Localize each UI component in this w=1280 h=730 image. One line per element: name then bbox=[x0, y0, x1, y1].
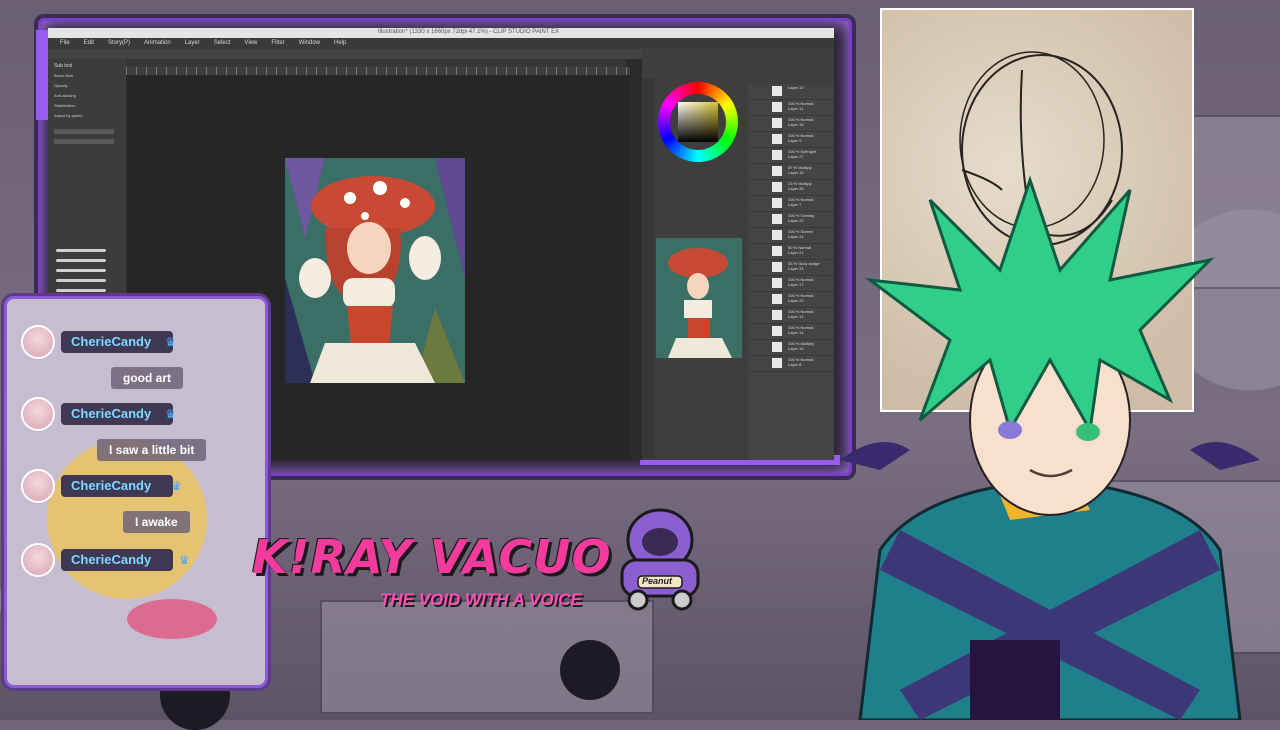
layer-row[interactable]: 100 % Overlay Layer 25 bbox=[748, 212, 834, 228]
layer-name: Layer 10 bbox=[788, 85, 804, 90]
layer-row[interactable]: 100 % Normal Layer 12 bbox=[748, 308, 834, 324]
moderator-crown-icon: ♛ bbox=[171, 479, 182, 493]
channel-logo: K!RAY VACUO bbox=[252, 530, 612, 584]
chat-overlay: CherieCandy ♛ good art CherieCandy ♛ I s… bbox=[4, 296, 268, 688]
chat-avatar bbox=[21, 397, 55, 431]
layer-row[interactable]: 100 % Normal Layer 8 bbox=[748, 356, 834, 372]
sub-tool-title: Sub tool bbox=[54, 63, 73, 69]
layer-row[interactable]: 100 % Normal Layer 14 bbox=[748, 324, 834, 340]
chat-message: I saw a little bit bbox=[97, 439, 207, 461]
menu-file[interactable]: File bbox=[60, 38, 70, 49]
layer-row[interactable]: 100 % Screen Layer 24 bbox=[748, 228, 834, 244]
navigator-thumbnail bbox=[656, 238, 742, 358]
artwork-canvas[interactable] bbox=[285, 158, 465, 383]
layer-name: Layer 21 bbox=[788, 250, 804, 255]
brush-preset[interactable] bbox=[56, 279, 106, 282]
brush-preset[interactable] bbox=[56, 289, 106, 292]
moderator-crown-icon: ♛ bbox=[165, 335, 176, 349]
menu-view[interactable]: View bbox=[244, 38, 257, 49]
layer-panel: Layer 10 100 % Normal Layer 11 100 % Norm… bbox=[748, 84, 834, 460]
mascot-peanut: Peanut bbox=[610, 500, 710, 620]
layer-row[interactable]: 100 % Normal Layer 11 bbox=[748, 100, 834, 116]
chat-username: CherieCandy bbox=[61, 331, 174, 353]
mascot-name-label: Peanut bbox=[642, 576, 673, 586]
layer-name: Layer 17 bbox=[788, 282, 804, 287]
tool-palette[interactable] bbox=[642, 78, 654, 458]
chat-username: CherieCandy bbox=[61, 475, 174, 497]
window-title: Illustration* (1330 x 1660px 72dpi 47.1%… bbox=[378, 29, 560, 35]
prop-brush-size[interactable]: Brush Size bbox=[54, 73, 73, 78]
navigator-preview[interactable] bbox=[656, 238, 742, 358]
chat-username: CherieCandy bbox=[61, 549, 174, 571]
chat-decor-shoes bbox=[127, 599, 217, 639]
layer-name: Layer 12 bbox=[788, 314, 804, 319]
prop-anti-aliasing[interactable]: Anti-aliasing bbox=[54, 93, 76, 98]
layer-row[interactable]: 50 % Normal Layer 21 bbox=[748, 244, 834, 260]
moderator-crown-icon: ♛ bbox=[179, 553, 190, 567]
layer-name: Layer 25 bbox=[788, 218, 804, 223]
layer-row[interactable]: 23 % Multiply Layer 26 bbox=[748, 180, 834, 196]
layer-row[interactable]: 100 % Normal Layer 7 bbox=[748, 196, 834, 212]
mushroom-girl-illustration bbox=[285, 158, 465, 383]
layer-name: Layer 7 bbox=[788, 202, 802, 207]
layer-name: Layer 11 bbox=[788, 106, 804, 111]
chat-message: I awake bbox=[123, 511, 190, 533]
menu-story[interactable]: Story(P) bbox=[108, 38, 130, 49]
layer-row[interactable]: 100 % Normal Layer 17 bbox=[748, 276, 834, 292]
menu-edit[interactable]: Edit bbox=[84, 38, 94, 49]
menu-window[interactable]: Window bbox=[299, 38, 320, 49]
brush-preset[interactable] bbox=[56, 269, 106, 272]
chat-avatar bbox=[21, 325, 55, 359]
title-bar: Illustration* (1330 x 1660px 72dpi 47.1%… bbox=[48, 28, 834, 38]
prop-stabilization[interactable]: Stabilization bbox=[54, 103, 76, 108]
slider[interactable] bbox=[54, 139, 114, 144]
prop-opacity[interactable]: Opacity bbox=[54, 83, 68, 88]
layer-name: Layer 27 bbox=[788, 154, 804, 159]
layer-name: Layer 8 bbox=[788, 362, 802, 367]
slider[interactable] bbox=[54, 129, 114, 134]
layer-row[interactable]: 33 % Glow dodge Layer 31 bbox=[748, 260, 834, 276]
brush-preset[interactable] bbox=[56, 249, 106, 252]
layer-name: Layer 18 bbox=[788, 122, 804, 127]
color-picker-square[interactable] bbox=[678, 102, 718, 142]
vtuber-illustration bbox=[840, 175, 1260, 722]
moderator-crown-icon: ♛ bbox=[165, 407, 176, 421]
layer-name: Layer 15 bbox=[788, 346, 804, 351]
chat-avatar bbox=[21, 543, 55, 577]
layer-name: Layer 20 bbox=[788, 298, 804, 303]
right-panels: Layer 10 100 % Normal Layer 11 100 % Norm… bbox=[642, 48, 834, 460]
layer-name: Layer 9 bbox=[788, 138, 802, 143]
brush-preset[interactable] bbox=[56, 259, 106, 262]
layer-name: Layer 24 bbox=[788, 234, 804, 239]
layer-row[interactable]: 100 % Soft light Layer 27 bbox=[748, 148, 834, 164]
prop-adjust-speed[interactable]: Adjust by speed bbox=[54, 113, 82, 118]
layer-name: Layer 14 bbox=[788, 330, 804, 335]
menu-animation[interactable]: Animation bbox=[144, 38, 171, 49]
layer-row[interactable]: 100 % Normal Layer 9 bbox=[748, 132, 834, 148]
layer-name: Layer 16 bbox=[788, 170, 804, 175]
menu-layer[interactable]: Layer bbox=[185, 38, 200, 49]
menu-filter[interactable]: Filter bbox=[271, 38, 284, 49]
vtuber-avatar bbox=[840, 170, 1260, 722]
layer-row[interactable]: 100 % Normal Layer 18 bbox=[748, 116, 834, 132]
layer-row[interactable]: Layer 10 bbox=[748, 84, 834, 100]
mascot-illustration bbox=[620, 508, 700, 611]
layer-row[interactable]: 67 % Multiply Layer 16 bbox=[748, 164, 834, 180]
channel-tagline: THE VOID WITH A VOICE bbox=[380, 590, 582, 609]
ruler bbox=[126, 67, 630, 75]
layer-row[interactable]: 100 % Normal Layer 20 bbox=[748, 292, 834, 308]
color-wheel[interactable] bbox=[658, 82, 738, 162]
layer-row[interactable]: 100 % Multiply Layer 15 bbox=[748, 340, 834, 356]
chat-message: good art bbox=[111, 367, 183, 389]
chat-avatar bbox=[21, 469, 55, 503]
canvas-tab-bar[interactable] bbox=[126, 59, 626, 67]
menu-help[interactable]: Help bbox=[334, 38, 346, 49]
layer-name: Layer 31 bbox=[788, 266, 804, 271]
layer-name: Layer 26 bbox=[788, 186, 804, 191]
menu-select[interactable]: Select bbox=[214, 38, 231, 49]
background-shadow-creature bbox=[560, 640, 620, 700]
chat-username: CherieCandy bbox=[61, 403, 174, 425]
